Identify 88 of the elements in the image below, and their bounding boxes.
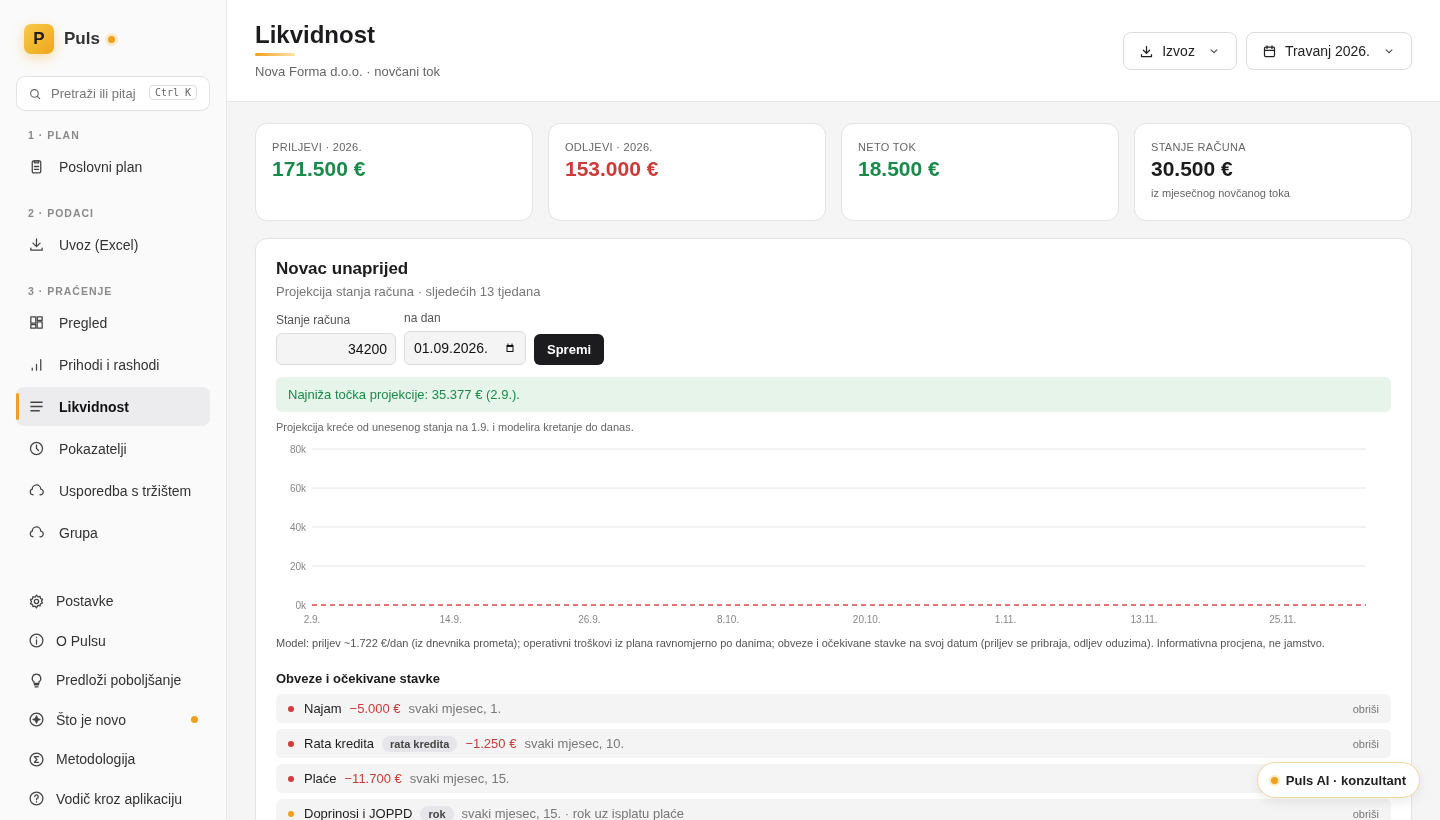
calendar-icon — [504, 342, 516, 354]
y-tick-label: 60k — [289, 483, 306, 494]
item-name: Rata kredita — [304, 736, 375, 751]
item-amount: −5.000 € — [349, 701, 401, 716]
section-label: 2 · PODACI — [27, 206, 95, 221]
balance-field[interactable]: 34200 — [276, 333, 396, 365]
x-tick-label: 1.11. — [994, 614, 1017, 625]
sidebar-item[interactable]: Što je novo — [16, 701, 210, 738]
card-title: Novac unaprijed — [276, 259, 409, 279]
kpi-label: NETO TOK — [858, 141, 917, 153]
y-tick-label: 40k — [289, 522, 306, 533]
sidebar-item[interactable]: Uvoz (Excel) — [16, 225, 210, 264]
info-icon — [28, 632, 45, 649]
status-dot — [1270, 776, 1278, 784]
sidebar-item[interactable]: Postavke — [16, 583, 210, 619]
sigma-icon — [28, 750, 45, 768]
sidebar-item[interactable]: Vodič kroz aplikaciju — [16, 780, 210, 817]
sidebar-item[interactable]: Usporedba s tržištem — [16, 471, 210, 510]
sidebar-item[interactable]: Grupa — [16, 513, 210, 552]
item-tag: rata kredita — [382, 735, 458, 752]
x-tick-label: 13.11. — [1130, 614, 1158, 625]
item-name: Plaće — [304, 771, 337, 786]
kpi-value: 171.500 € — [272, 157, 366, 181]
section-label: 3 · PRAĆENJE — [27, 284, 114, 299]
page-subtitle: Nova Forma d.o.o. · novčani tok — [255, 64, 440, 79]
kpi-value: 153.000 € — [565, 157, 659, 181]
save-button[interactable]: Spremi — [534, 334, 605, 365]
download-icon — [28, 236, 45, 253]
y-tick-label: 20k — [289, 561, 306, 572]
calendar-icon — [1261, 43, 1277, 59]
x-tick-label: 14.9. — [439, 614, 462, 625]
x-tick-label: 8.10. — [716, 614, 740, 625]
item-schedule: svaki mjesec, 10. — [524, 736, 625, 751]
section-title: Obveze i očekivane stavke — [276, 671, 441, 686]
help-icon — [28, 790, 45, 807]
field-label: Stanje računa — [276, 313, 352, 327]
sidebar-item[interactable]: Pregled — [16, 303, 210, 342]
field-label: na dan — [404, 311, 442, 325]
app-name: Puls — [64, 29, 100, 49]
y-tick-label: 0k — [295, 600, 306, 611]
model-note: Model: priljev ~1.722 €/dan (iz dnevnika prometa); operativni troškovi iz plana ravnomjerno po danima; obveze i očekivane stavke na svoj datum (priljev se pribraja, odljev oduzima). Informativna procjena, ne jamstvo. — [276, 637, 1325, 649]
search-icon — [28, 86, 42, 101]
kpi-note: iz mjesečnog novčanog toka — [1151, 187, 1290, 199]
card-subtitle: Projekcija stanja računa · sljedećih 13 tjedana — [276, 284, 541, 299]
kpi-label: PRILJEVI · 2026. — [272, 141, 362, 153]
item-schedule: svaki mjesec, 1. — [408, 701, 502, 716]
sidebar-item[interactable]: Predloži poboljšanje — [16, 662, 210, 698]
y-tick-label: 80k — [289, 444, 306, 455]
month-picker[interactable]: Travanj 2026. — [1245, 32, 1412, 70]
sidebar-item[interactable]: O Pulsu — [16, 622, 210, 659]
item-amount: −1.250 € — [465, 736, 517, 751]
x-tick-label: 20.10. — [852, 614, 881, 625]
item-schedule: svaki mjesec, 15. — [409, 771, 510, 786]
x-tick-label: 25.11. — [1269, 614, 1297, 625]
title-underline — [255, 53, 295, 56]
date-field[interactable]: 01.09.2026. — [404, 331, 526, 365]
sidebar-item[interactable]: Metodologija — [16, 741, 210, 777]
logo-icon: P — [24, 24, 54, 54]
x-tick-label: 2.9. — [303, 614, 321, 625]
sidebar-item[interactable]: Prihodi i rashodi — [16, 345, 210, 384]
download-icon — [1139, 43, 1155, 59]
grid-icon — [28, 314, 45, 331]
assistant-button[interactable]: Puls AI · konzultant — [1256, 762, 1420, 798]
info-alert: Najniža točka projekcije: 35.377 € (2.9.). — [276, 377, 1391, 412]
shortcut-hint: Ctrl K — [148, 85, 197, 100]
delete-link[interactable]: obriši — [1352, 807, 1379, 820]
item-name: Doprinosi i JOPPD — [304, 806, 413, 820]
kpi-value: 18.500 € — [858, 157, 940, 181]
kpi-label: ODLJEVI · 2026. — [565, 141, 653, 153]
export-button[interactable]: Izvoz — [1123, 32, 1237, 70]
x-tick-label: 26.9. — [578, 614, 601, 625]
sidebar-item[interactable]: Likvidnost — [16, 387, 210, 426]
item-tag: rok — [420, 805, 454, 820]
item-name: Najam — [304, 701, 342, 716]
kpi-label: STANJE RAČUNA — [1151, 141, 1246, 153]
clock-icon — [28, 440, 45, 457]
kpi-value: 30.500 € — [1151, 157, 1233, 181]
delete-link[interactable]: obriši — [1352, 702, 1379, 715]
page-title: Likvidnost — [255, 20, 376, 50]
settings-icon — [28, 592, 45, 610]
sidebar-item[interactable]: Poslovni plan — [16, 147, 210, 186]
item-schedule: svaki mjesec, 15. · rok uz isplatu plaće — [461, 806, 685, 820]
sparkle-icon — [28, 711, 45, 728]
delete-link[interactable]: obriši — [1352, 737, 1379, 750]
section-label: 1 · PLAN — [27, 128, 81, 143]
item-amount: −11.700 € — [344, 771, 402, 786]
chart-note: Projekcija kreće od unesenog stanja na 1.9. i modelira kretanje do danas. — [276, 421, 634, 433]
sidebar-item[interactable]: Pokazatelji — [16, 429, 210, 468]
